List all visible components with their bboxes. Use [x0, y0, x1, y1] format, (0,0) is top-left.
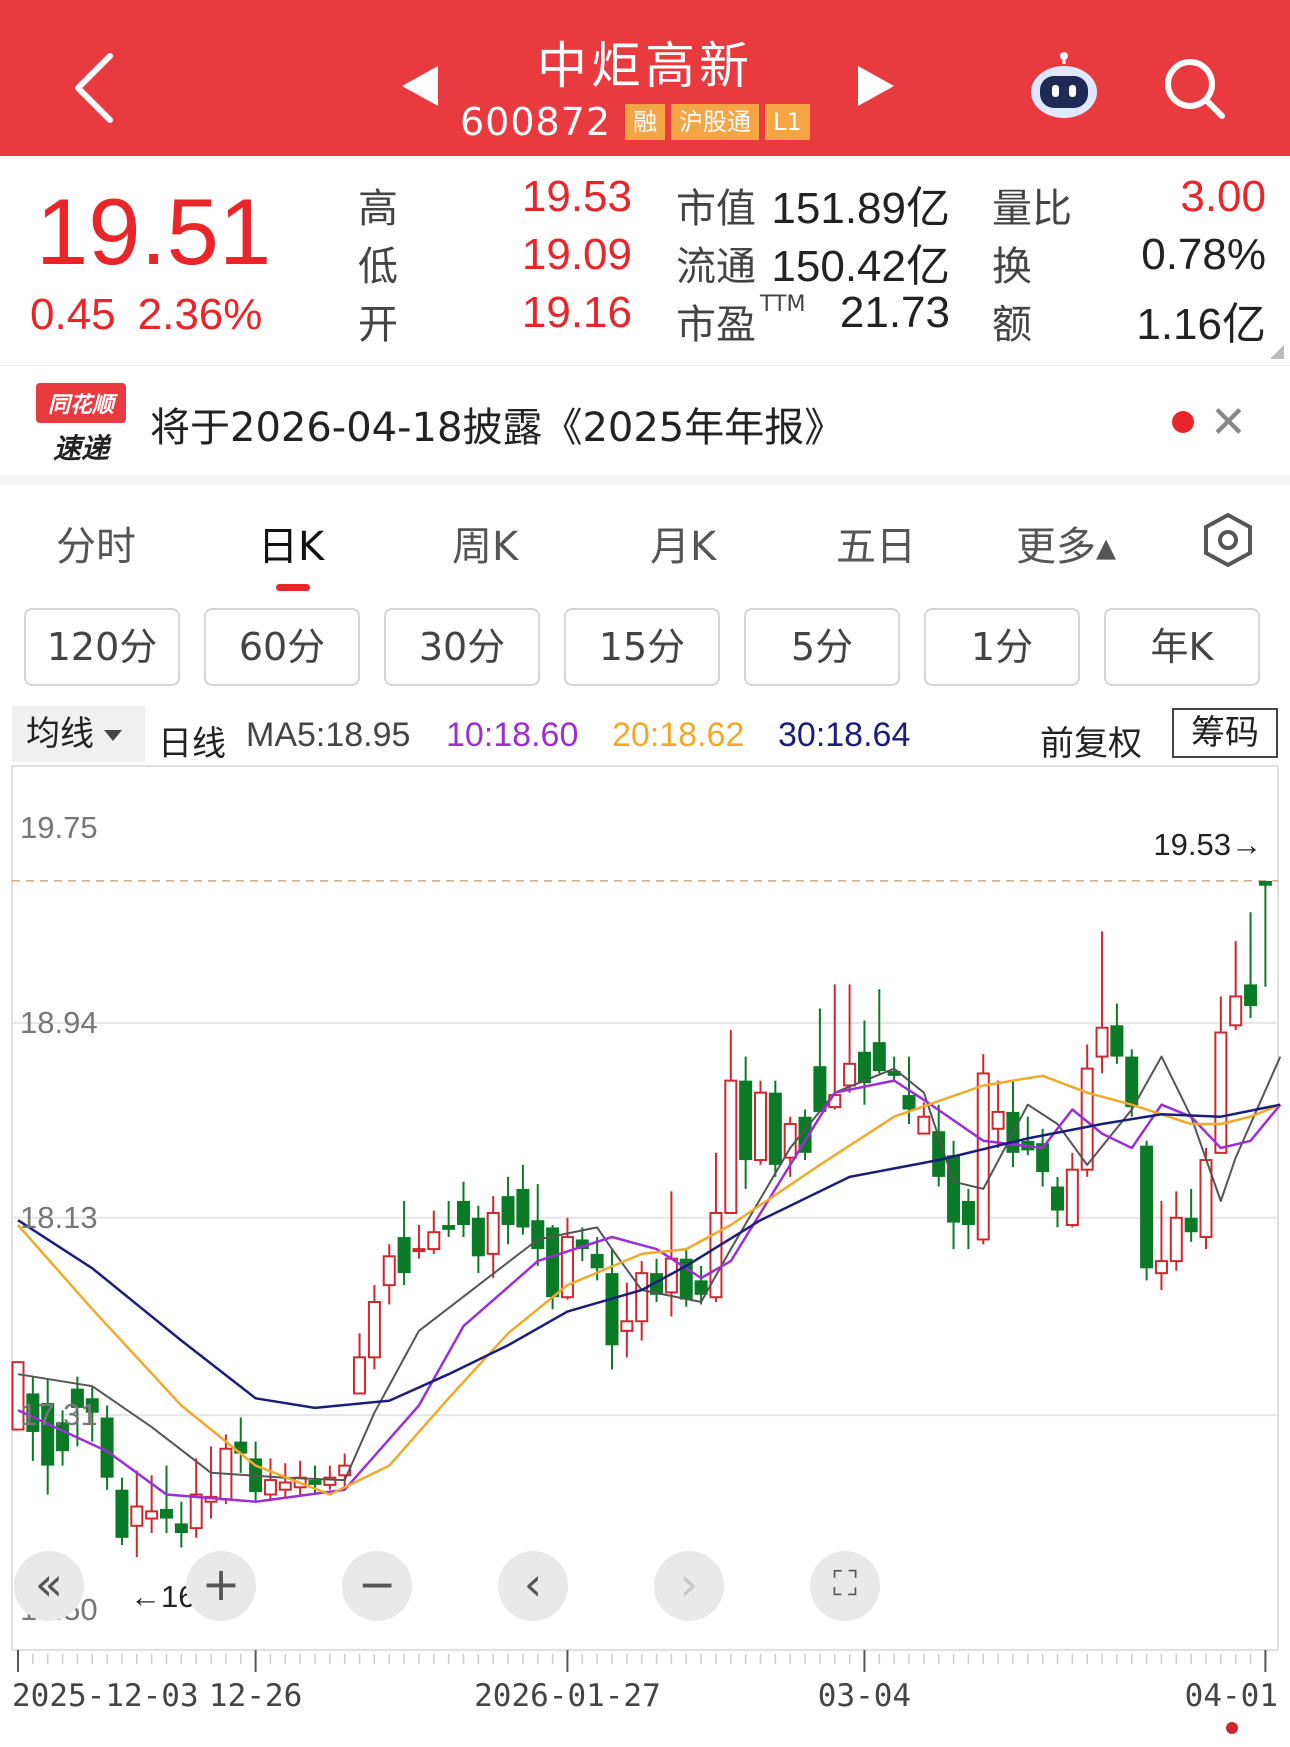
candle-body-down [174, 1523, 188, 1534]
candle-body-up [754, 1091, 767, 1162]
candle-body-up [917, 1115, 931, 1135]
candle-body-up [635, 1272, 649, 1323]
candle-body-up [367, 1301, 381, 1359]
candle-body-up [976, 1072, 990, 1241]
candle-body-down [160, 1508, 173, 1519]
candle-body-down [516, 1188, 530, 1228]
candle-body-up [724, 1079, 738, 1214]
candle-body-up [189, 1493, 203, 1530]
right-icon[interactable]: › [654, 1551, 724, 1621]
candle-body-up [278, 1481, 292, 1491]
candle-body-down [308, 1480, 322, 1485]
y-tick-label: 17.31 [20, 1397, 98, 1432]
candle-body-up [1229, 995, 1243, 1027]
candle-body-down [397, 1237, 411, 1274]
candle-body-down [1184, 1217, 1198, 1233]
candle-body-up [353, 1356, 367, 1395]
x-tick-label: 04-01 [1185, 1678, 1278, 1714]
left-icon[interactable]: ‹ [498, 1551, 568, 1621]
candle-body-down [471, 1217, 485, 1257]
candle-body-up [991, 1110, 1005, 1130]
candle-body-down [501, 1196, 515, 1226]
candle-body-down [457, 1200, 470, 1226]
candle-body-down [739, 1080, 753, 1161]
candle-body-up [382, 1255, 396, 1287]
candle-body-down [768, 1092, 782, 1165]
candle-body-down [961, 1200, 975, 1226]
candle-body-up [1065, 1168, 1079, 1227]
candle-body-down [1244, 984, 1258, 1007]
current-date-dot [1226, 1722, 1238, 1734]
candle-body-up [843, 1062, 857, 1087]
candle-body-up [620, 1320, 634, 1332]
candle-body-down [442, 1225, 456, 1230]
candle-body-down [1258, 880, 1272, 886]
candle-body-down [590, 1253, 604, 1269]
high-price-label: 19.53→ [1153, 827, 1262, 862]
candle-body-down [872, 1042, 886, 1072]
x-tick-label: 03-04 [818, 1678, 911, 1714]
candle-body-down [605, 1273, 619, 1346]
candle-body-down [234, 1441, 248, 1454]
candle-body-up [412, 1248, 426, 1253]
candle-body-down [100, 1417, 114, 1478]
x-tick-label: 2026-01-27 [474, 1678, 661, 1714]
candle-body-down [1140, 1145, 1154, 1269]
zoom-in-icon[interactable]: + [186, 1551, 256, 1621]
candle-body-up [1214, 1031, 1228, 1154]
candle-body-down [1051, 1186, 1064, 1211]
y-tick-label: 19.75 [20, 810, 98, 845]
zoom-out-icon[interactable]: − [342, 1551, 412, 1621]
fullscreen-icon[interactable]: ⛶ [810, 1551, 880, 1621]
candle-body-up [1154, 1260, 1168, 1275]
candle-body-up [486, 1211, 500, 1255]
candle-body-up [1095, 1026, 1109, 1058]
candle-body-up [709, 1211, 723, 1299]
y-tick-label: 18.13 [20, 1200, 98, 1235]
candle-body-up [130, 1505, 144, 1527]
candle-body-down [531, 1220, 545, 1250]
double-left-icon[interactable]: « [14, 1551, 84, 1621]
candle-body-up [1169, 1216, 1183, 1263]
candle-body-down [902, 1095, 916, 1110]
y-tick-label: 18.94 [20, 1005, 98, 1040]
candlestick-chart[interactable]: 19.7518.9418.1317.3116.5019.53→←16.72202… [0, 0, 1290, 1747]
x-tick-label: 12-26 [209, 1678, 302, 1714]
candle-body-up [145, 1510, 159, 1520]
candle-body-up [263, 1479, 277, 1496]
candle-body-up [427, 1231, 441, 1251]
x-tick-label: 2025-12-03 [12, 1678, 199, 1714]
candle-body-down [1110, 1025, 1124, 1057]
candle-body-down [115, 1489, 129, 1538]
